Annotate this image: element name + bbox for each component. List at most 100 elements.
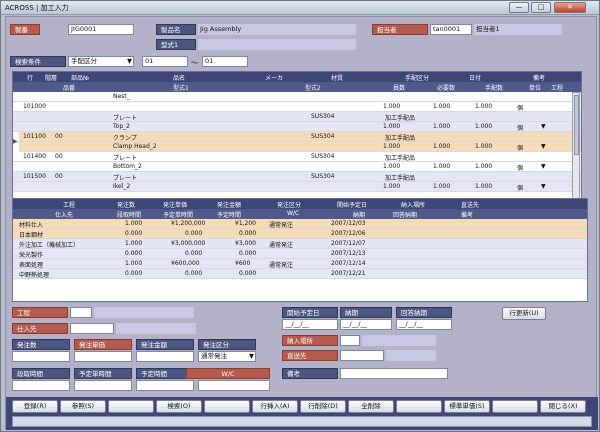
process-header-bottom: 仕入先 段取時間 予定単時間 予定時間 W/C 納期 回答納期 備考 <box>13 209 587 219</box>
col-date: 日付 <box>469 75 482 82</box>
pcell-due: 2007/12/06 <box>331 230 366 237</box>
dandori-input[interactable] <box>12 380 70 391</box>
chokuso-input[interactable] <box>340 350 384 361</box>
fkey-button-1[interactable]: 登録(R) <box>12 400 58 413</box>
pcol-due: 納期 <box>353 212 366 219</box>
yotei-tan-input[interactable] <box>74 380 132 391</box>
fkey-button-11[interactable] <box>492 400 538 413</box>
pcol-price: 発注単価 <box>163 202 188 209</box>
process-row[interactable]: 中野熱処理 0.000 0.000 0.000 2007/12/21 <box>13 269 587 279</box>
search-to-input[interactable]: 01 <box>202 56 248 67</box>
minimize-button[interactable]: — <box>509 2 529 13</box>
koutei-name-field <box>94 307 194 318</box>
noki-date-input[interactable]: __/__/__ <box>340 319 392 330</box>
fkey-button-3[interactable] <box>108 400 154 413</box>
pcell-kubun: 通常発注 <box>269 262 294 269</box>
table-row[interactable]: Top_2 1.000 1.000 1.000 個 ▼ <box>13 122 581 132</box>
fkey-button-4[interactable]: 検索(O) <box>156 400 202 413</box>
cell-name: プレート <box>113 115 138 122</box>
table-row[interactable]: 101400 00 プレート SUS304 加工手配品 <box>13 152 581 162</box>
cell-level: 00 <box>55 173 63 180</box>
table-row[interactable]: 101500 00 プレート SUS304 加工手配品 <box>13 172 581 182</box>
search-condition-value: 手配区分 <box>71 57 97 65</box>
pcol-place: 納入場所 <box>401 202 426 209</box>
cell-unit: 個 <box>517 185 524 192</box>
yotei-tan-label: 予定単時間 <box>74 368 132 379</box>
close-window-button[interactable]: ✕ <box>554 2 586 13</box>
cell-step: ▼ <box>541 123 546 130</box>
row-update-button[interactable]: 行更新(U) <box>502 307 546 320</box>
cell-model1: Clamp Head_2 <box>113 143 157 150</box>
chokuso-label: 直送先 <box>282 350 338 361</box>
tanka-input[interactable] <box>74 351 132 362</box>
fkey-button-5[interactable] <box>204 400 250 413</box>
table-row[interactable]: Ikel_2 1.000 1.000 1.000 個 ▼ <box>13 182 581 192</box>
yotei-input[interactable] <box>136 380 194 391</box>
pcell-c2: 0.000 <box>185 270 203 277</box>
pcell-qty: 1.000 <box>125 260 143 267</box>
process-row[interactable]: 栄光製作 0.000 0.000 0.000 2007/12/13 <box>13 249 587 259</box>
col-material: 材質 <box>331 75 344 82</box>
process-header-top: 工程 発注数 発注単価 発注金額 発注区分 開始予定日 納入場所 直送先 <box>13 199 587 209</box>
fkey-button-7[interactable]: 行削除(D) <box>300 400 346 413</box>
process-row[interactable]: 材料仕入 1.000 ¥1,200,000 ¥1,200 通常発注 2007/12/03 <box>13 219 587 229</box>
shiire-input[interactable] <box>70 323 114 334</box>
col-need: 必要数 <box>437 85 456 92</box>
cell-order: 1.000 <box>475 183 493 190</box>
cell-step: ▼ <box>541 163 546 170</box>
fkey-button-2[interactable]: 参照(S) <box>60 400 106 413</box>
hatchusu-input[interactable] <box>12 351 70 362</box>
staff-code-input[interactable]: tan0001 <box>430 24 472 35</box>
cell-material: SUS304 <box>311 133 335 140</box>
grid-scrollbar[interactable] <box>572 92 580 206</box>
wc-input[interactable] <box>198 380 270 391</box>
process-row[interactable]: 外注加工（機械加工） 1.000 ¥3,000,000 ¥3,000 通常発注 2007/… <box>13 239 587 249</box>
pcol-unit-time: 予定単時間 <box>163 212 194 219</box>
product-field: Jig Assembly <box>198 24 356 35</box>
process-row[interactable]: 表面処理 1.000 ¥600,000 ¥600 通常発注 2007/12/14 <box>13 259 587 269</box>
table-row[interactable]: Clamp Head_2 1.000 1.000 1.000 個 ▼ <box>13 142 581 152</box>
pcell-vendor: 栄光製作 <box>19 252 44 259</box>
maximize-button[interactable]: □ <box>531 2 551 13</box>
kaitou-date-input[interactable]: __/__/__ <box>396 319 452 330</box>
model-field <box>198 39 356 50</box>
table-row[interactable]: 1.000 1.000 1.000 個 <box>13 102 581 112</box>
row-selector-icon[interactable]: ▶ <box>13 132 19 152</box>
fkey-button-10[interactable]: 標準単価(S) <box>444 400 490 413</box>
process-row[interactable]: 日本鋼材 0.000 0.000 0.000 2007/12/06 <box>13 229 587 239</box>
kingaku-input[interactable] <box>136 351 194 362</box>
search-condition-select[interactable]: 手配区分 ▼ <box>68 56 134 67</box>
search-from-input[interactable]: 01 <box>142 56 188 67</box>
cell-material: SUS304 <box>311 173 335 180</box>
col-maker: メーカ <box>265 75 284 82</box>
fkey-button-12[interactable]: 閉じる(X) <box>540 400 586 413</box>
fkey-button-8[interactable]: 全削除 <box>348 400 394 413</box>
table-row[interactable]: 101100 00 クランプ SUS304 加工手配品 <box>13 132 581 142</box>
fkey-button-6[interactable]: 行挿入(A) <box>252 400 298 413</box>
pcol-setup: 段取時間 <box>117 212 142 219</box>
cell-qty: 1.000 <box>383 163 401 170</box>
bikou-input[interactable] <box>340 368 448 379</box>
koutei-input[interactable] <box>70 307 92 318</box>
cell-name: プレート <box>113 175 138 182</box>
cell-model1: Ikel_2 <box>113 183 131 190</box>
seiban-input[interactable]: JIG0001 <box>68 24 134 35</box>
cell-tehai: 加工手配品 <box>385 135 416 142</box>
cell-model1: Bottom_2 <box>113 163 142 170</box>
table-row[interactable]: Bottom_2 1.000 1.000 1.000 個 ▼ <box>13 162 581 172</box>
cell-order: 1.000 <box>475 143 493 150</box>
kubun-select[interactable]: 通常発注 ▼ <box>198 351 256 362</box>
cell-order: 1.000 <box>475 103 493 110</box>
pcell-kubun: 通常発注 <box>269 222 294 229</box>
nounyu-input[interactable] <box>340 335 360 346</box>
table-row[interactable]: プレート SUS304 加工手配品 <box>13 112 581 122</box>
grid-scroll-thumb[interactable] <box>574 95 579 155</box>
pcell-c3: 0.000 <box>239 270 257 277</box>
fkey-button-9[interactable] <box>396 400 442 413</box>
cell-step: ▼ <box>541 183 546 190</box>
table-row[interactable]: Nest_ <box>13 92 581 102</box>
col-model2: 型式2 <box>305 85 321 92</box>
cell-name: Nest_ <box>113 93 130 100</box>
cell-step: ▼ <box>541 143 546 150</box>
kaishi-date-input[interactable]: __/__/__ <box>282 319 338 330</box>
